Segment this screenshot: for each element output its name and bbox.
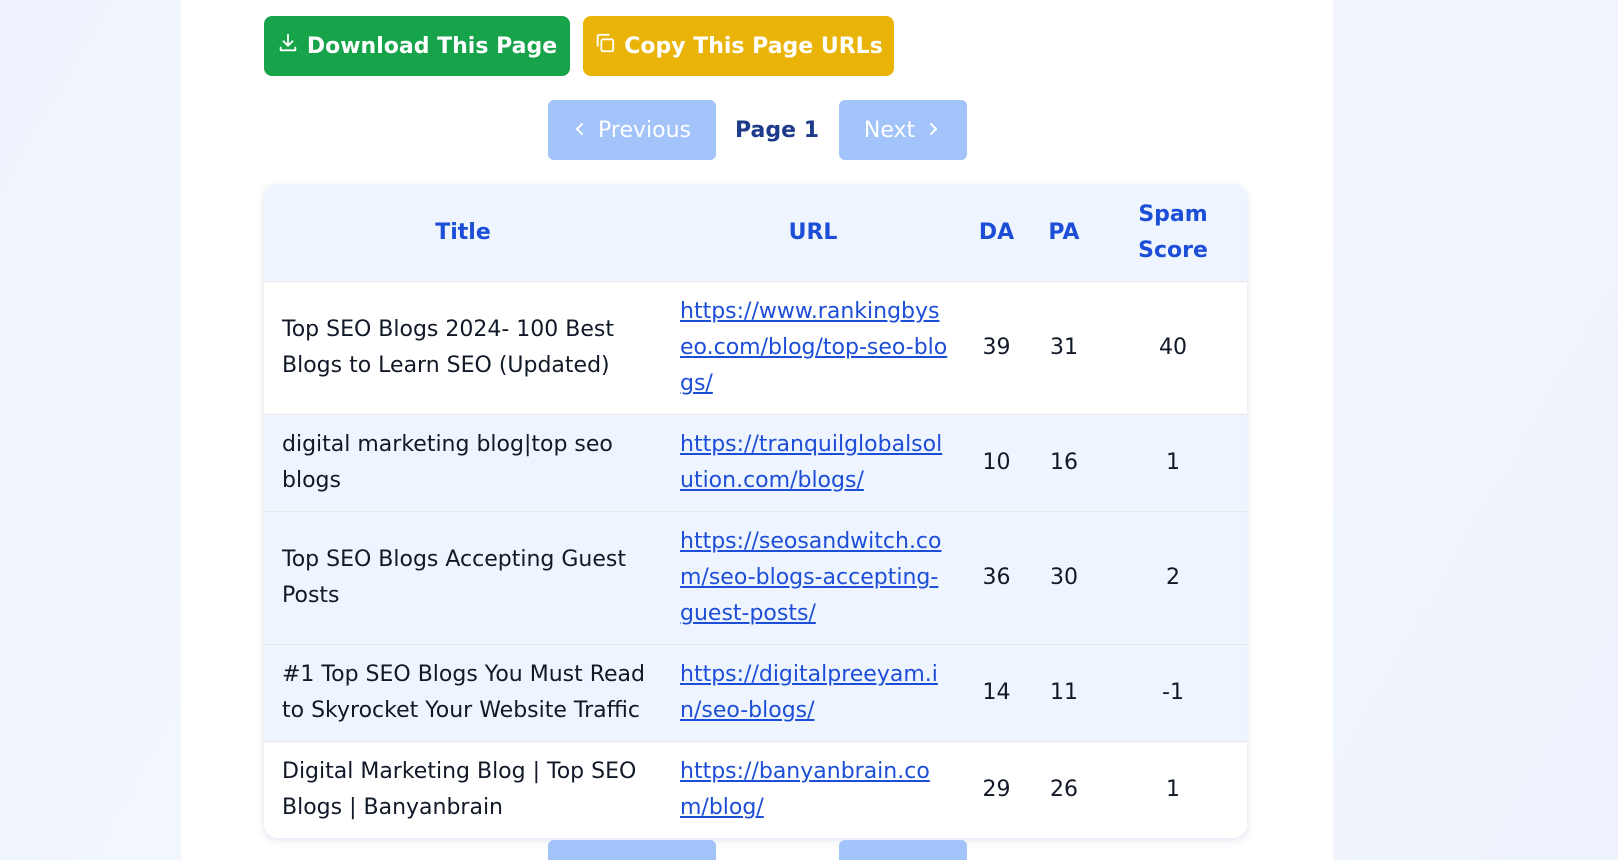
row-spam-score: 40 bbox=[1099, 281, 1247, 415]
row-url-link[interactable]: https://www.rankingbyseo.com/blog/top-se… bbox=[680, 299, 947, 396]
row-spam-score: -1 bbox=[1099, 644, 1247, 742]
download-page-button[interactable]: Download This Page bbox=[264, 16, 570, 76]
previous-label: Previous bbox=[598, 117, 691, 143]
row-da: 36 bbox=[964, 511, 1029, 645]
current-page-label: Page 1 bbox=[734, 117, 819, 143]
row-pa: 16 bbox=[1029, 414, 1099, 512]
results-table: Title URL DA PA Spam Score Top SEO Blogs… bbox=[264, 184, 1247, 838]
row-da: 10 bbox=[964, 414, 1029, 512]
column-header-spam-score: Spam Score bbox=[1099, 184, 1247, 282]
table-row: Top SEO Blogs Accepting Guest Posts http… bbox=[264, 511, 1247, 645]
row-spam-score: 1 bbox=[1099, 741, 1247, 838]
next-label: Next bbox=[863, 117, 916, 143]
table-row: Digital Marketing Blog | Top SEO Blogs |… bbox=[264, 741, 1247, 838]
row-pa: 30 bbox=[1029, 511, 1099, 645]
column-header-url: URL bbox=[662, 184, 964, 282]
content-panel: Download This Page Copy This Page URLs P… bbox=[181, 0, 1333, 860]
pagination-top: Previous Page 1 Next bbox=[181, 100, 1333, 160]
row-url-link[interactable]: https://banyanbrain.com/blog/ bbox=[680, 759, 930, 820]
pagination-bottom bbox=[181, 840, 1333, 860]
row-title: Top SEO Blogs 2024- 100 Best Blogs to Le… bbox=[264, 281, 662, 415]
column-header-da: DA bbox=[964, 184, 1029, 282]
row-da: 14 bbox=[964, 644, 1029, 742]
row-spam-score: 1 bbox=[1099, 414, 1247, 512]
row-pa: 26 bbox=[1029, 741, 1099, 838]
row-title: digital marketing blog|top seo blogs bbox=[264, 414, 662, 512]
table-row: digital marketing blog|top seo blogs htt… bbox=[264, 414, 1247, 512]
chevron-right-icon bbox=[925, 118, 941, 143]
row-title: #1 Top SEO Blogs You Must Read to Skyroc… bbox=[264, 644, 662, 742]
row-title: Top SEO Blogs Accepting Guest Posts bbox=[264, 511, 662, 645]
row-da: 29 bbox=[964, 741, 1029, 838]
copy-urls-button[interactable]: Copy This Page URLs bbox=[583, 16, 894, 76]
copy-icon bbox=[594, 32, 616, 60]
chevron-left-icon bbox=[572, 118, 588, 143]
row-url-link[interactable]: https://tranquilglobalsolution.com/blogs… bbox=[680, 432, 942, 493]
table-row: #1 Top SEO Blogs You Must Read to Skyroc… bbox=[264, 644, 1247, 742]
row-spam-score: 2 bbox=[1099, 511, 1247, 645]
download-icon bbox=[277, 32, 299, 60]
row-url-link[interactable]: https://seosandwitch.com/seo-blogs-accep… bbox=[680, 529, 942, 626]
copy-urls-label: Copy This Page URLs bbox=[624, 33, 883, 59]
download-page-label: Download This Page bbox=[306, 33, 558, 59]
next-page-button-bottom[interactable] bbox=[838, 840, 967, 860]
row-pa: 11 bbox=[1029, 644, 1099, 742]
table-header-row: Title URL DA PA Spam Score bbox=[264, 184, 1247, 282]
table-row: Top SEO Blogs 2024- 100 Best Blogs to Le… bbox=[264, 281, 1247, 415]
row-da: 39 bbox=[964, 281, 1029, 415]
column-header-pa: PA bbox=[1029, 184, 1099, 282]
row-url-link[interactable]: https://digitalpreeyam.in/seo-blogs/ bbox=[680, 662, 938, 723]
next-page-button[interactable]: Next bbox=[838, 100, 967, 160]
row-title: Digital Marketing Blog | Top SEO Blogs |… bbox=[264, 741, 662, 838]
row-pa: 31 bbox=[1029, 281, 1099, 415]
previous-page-button[interactable]: Previous bbox=[547, 100, 716, 160]
column-header-title: Title bbox=[264, 184, 662, 282]
action-bar: Download This Page Copy This Page URLs bbox=[264, 16, 894, 76]
previous-page-button-bottom[interactable] bbox=[547, 840, 716, 860]
results-table-card: Title URL DA PA Spam Score Top SEO Blogs… bbox=[264, 184, 1247, 838]
